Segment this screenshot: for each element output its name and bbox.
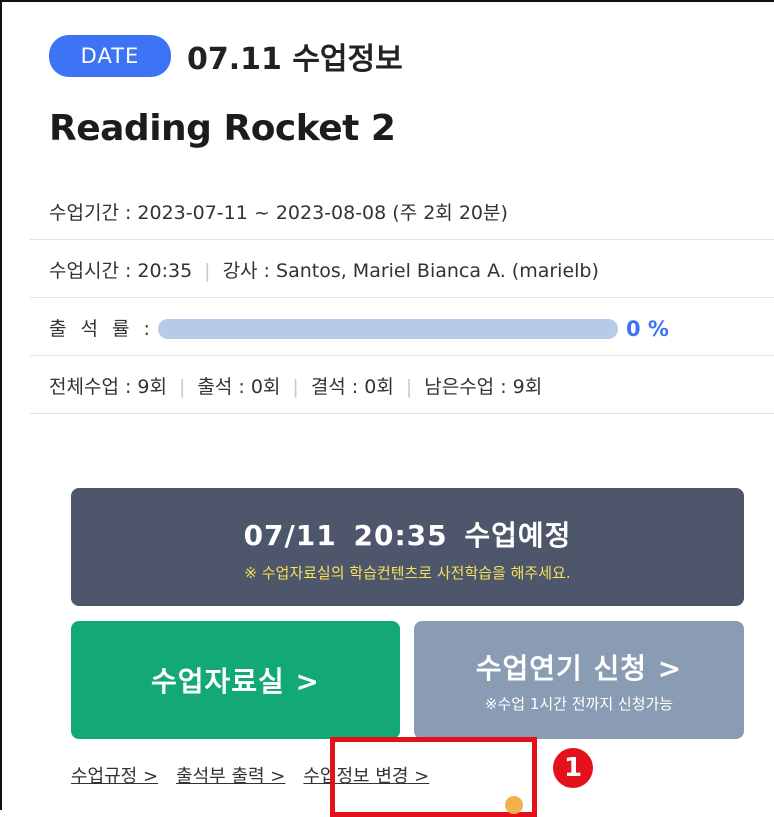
attendance-print-link[interactable]: 출석부 출력 > <box>176 766 285 787</box>
course-title: Reading Rocket 2 <box>49 108 396 149</box>
divider <box>30 413 774 414</box>
date-header: DATE 07.11 수업정보 <box>49 34 403 78</box>
total-classes: 전체수업 : 9회 <box>49 376 167 398</box>
postpone-request-button[interactable]: 수업연기 신청 > ※수업 1시간 전까지 신청가능 <box>414 621 744 739</box>
class-count-row: 전체수업 : 9회 | 출석 : 0회 | 결석 : 0회 | 남은수업 : 9회 <box>49 358 774 416</box>
remaining-classes: 남은수업 : 9회 <box>424 376 543 398</box>
teacher: 강사 : Santos, Mariel Bianca A. (marielb) <box>222 260 599 282</box>
class-time-row: 수업시간 : 20:35 | 강사 : Santos, Mariel Bianca … <box>49 242 774 300</box>
absent-classes: 결석 : 0회 <box>310 376 394 398</box>
postpone-button-note: ※수업 1시간 전까지 신청가능 <box>484 694 674 713</box>
cursor-indicator <box>505 796 523 814</box>
materials-button-label: 수업자료실 > <box>150 665 320 698</box>
divider <box>30 239 774 240</box>
divider <box>30 355 774 356</box>
date-badge: DATE <box>49 35 171 77</box>
class-time: 수업시간 : 20:35 <box>49 260 193 282</box>
separator: | <box>178 376 186 398</box>
postpone-button-label: 수업연기 신청 > <box>475 651 683 685</box>
attendance-label: 출 석 률 : <box>49 318 154 340</box>
separator: | <box>405 376 413 398</box>
step-marker: 1 <box>553 748 593 788</box>
class-rules-link[interactable]: 수업규정 > <box>71 766 158 787</box>
materials-button[interactable]: 수업자료실 > <box>71 621 400 739</box>
present-classes: 출석 : 0회 <box>197 376 281 398</box>
attendance-value: 0 % <box>625 317 669 341</box>
divider <box>30 297 774 298</box>
date-title: 07.11 수업정보 <box>187 42 403 77</box>
attendance-row: 출 석 률 : 0 % <box>49 300 774 358</box>
schedule-note: ※ 수업자료실의 학습컨텐츠로 사전학습을 해주세요. <box>244 564 571 582</box>
attendance-progress-bar <box>157 319 618 339</box>
schedule-status: 07/11 20:35 수업예정 <box>243 519 572 552</box>
schedule-status-box: 07/11 20:35 수업예정 ※ 수업자료실의 학습컨텐츠로 사전학습을 해… <box>71 488 744 606</box>
separator: | <box>292 376 299 398</box>
separator: | <box>204 260 211 282</box>
class-period: 수업기간 : 2023-07-11 ~ 2023-08-08 (주 2회 20분… <box>49 202 508 224</box>
